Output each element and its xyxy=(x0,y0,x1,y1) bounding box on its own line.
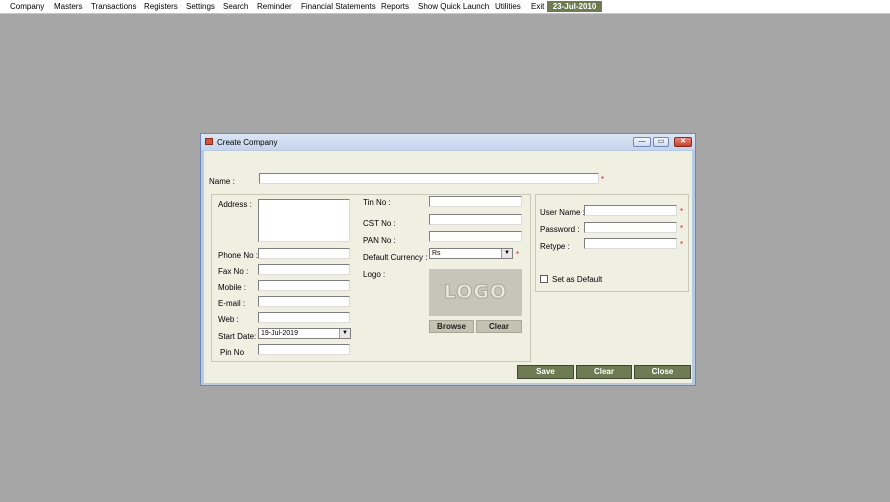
menu-registers[interactable]: Registers xyxy=(144,2,178,11)
currency-value: Rs xyxy=(432,250,441,257)
menu-show-quick-launch[interactable]: Show Quick Launch xyxy=(418,2,489,11)
tin-label: Tin No : xyxy=(363,198,391,207)
mobile-field[interactable] xyxy=(258,280,350,291)
minimize-button[interactable]: — xyxy=(633,137,651,147)
chevron-down-icon[interactable]: ▼ xyxy=(501,249,512,258)
currency-label: Default Currency : xyxy=(363,253,428,262)
fax-label: Fax No : xyxy=(218,267,249,276)
logo-placeholder: LOGO xyxy=(429,269,522,316)
menu-masters[interactable]: Masters xyxy=(54,2,82,11)
menu-reminder[interactable]: Reminder xyxy=(257,2,292,11)
web-label: Web : xyxy=(218,315,239,324)
menu-search[interactable]: Search xyxy=(223,2,248,11)
required-marker: * xyxy=(680,224,684,233)
save-button[interactable]: Save xyxy=(517,365,574,379)
logo-label: Logo : xyxy=(363,270,386,279)
retype-label: Retype : xyxy=(540,242,570,251)
maximize-button[interactable]: ▭ xyxy=(653,137,669,147)
logo-clear-button[interactable]: Clear xyxy=(476,320,522,333)
menu-transactions[interactable]: Transactions xyxy=(91,2,137,11)
create-company-window: Create Company — ▭ ✕ Name : * Address : … xyxy=(200,133,696,386)
close-button[interactable]: Close xyxy=(634,365,691,379)
username-field[interactable] xyxy=(584,205,677,216)
currency-select[interactable]: Rs ▼ xyxy=(429,248,513,259)
pan-field[interactable] xyxy=(429,231,522,242)
address-label: Address : xyxy=(218,200,252,209)
menu-bar: Company Masters Transactions Registers S… xyxy=(0,0,890,14)
mobile-label: Mobile : xyxy=(218,283,247,292)
phone-label: Phone No : xyxy=(218,251,259,260)
menu-financial-statements[interactable]: Financial Statements xyxy=(301,2,376,11)
pan-label: PAN No : xyxy=(363,236,396,245)
cst-field[interactable] xyxy=(429,214,522,225)
pin-field[interactable] xyxy=(258,344,350,355)
menu-utilities[interactable]: Utilities xyxy=(495,2,521,11)
phone-field[interactable] xyxy=(258,248,350,259)
cst-label: CST No : xyxy=(363,219,396,228)
chevron-down-icon[interactable]: ▼ xyxy=(339,329,350,338)
title-bar[interactable]: Create Company — ▭ ✕ xyxy=(201,134,695,150)
set-default-checkbox[interactable] xyxy=(540,275,548,283)
close-window-button[interactable]: ✕ xyxy=(674,137,692,147)
start-date-label: Start Date: xyxy=(218,332,257,341)
clear-button[interactable]: Clear xyxy=(576,365,632,379)
password-field[interactable] xyxy=(584,222,677,233)
email-field[interactable] xyxy=(258,296,350,307)
web-field[interactable] xyxy=(258,312,350,323)
start-date-picker[interactable]: 19-Jul-2019 ▼ xyxy=(258,328,351,339)
required-marker: * xyxy=(680,240,684,249)
email-label: E-mail : xyxy=(218,299,246,308)
required-marker: * xyxy=(601,175,605,184)
pin-label: Pin No xyxy=(220,348,245,357)
username-label: User Name : xyxy=(540,208,585,217)
name-label: Name : xyxy=(209,177,235,186)
menu-company[interactable]: Company xyxy=(10,2,44,11)
browse-button[interactable]: Browse xyxy=(429,320,474,333)
window-title: Create Company xyxy=(217,138,278,147)
menu-settings[interactable]: Settings xyxy=(186,2,215,11)
date-badge: 23-Jul-2010 xyxy=(547,1,602,12)
required-marker: * xyxy=(516,250,520,259)
retype-password-field[interactable] xyxy=(584,238,677,249)
start-date-value: 19-Jul-2019 xyxy=(261,330,298,337)
menu-exit[interactable]: Exit xyxy=(531,2,544,11)
menu-reports[interactable]: Reports xyxy=(381,2,409,11)
fax-field[interactable] xyxy=(258,264,350,275)
dialog-body: Name : * Address : Phone No : Fax No : M… xyxy=(204,151,692,383)
set-default-label[interactable]: Set as Default xyxy=(552,275,602,284)
name-field[interactable] xyxy=(259,173,599,184)
password-label: Password : xyxy=(540,225,580,234)
required-marker: * xyxy=(680,207,684,216)
app-icon xyxy=(205,138,213,145)
tin-field[interactable] xyxy=(429,196,522,207)
address-field[interactable] xyxy=(258,199,350,242)
